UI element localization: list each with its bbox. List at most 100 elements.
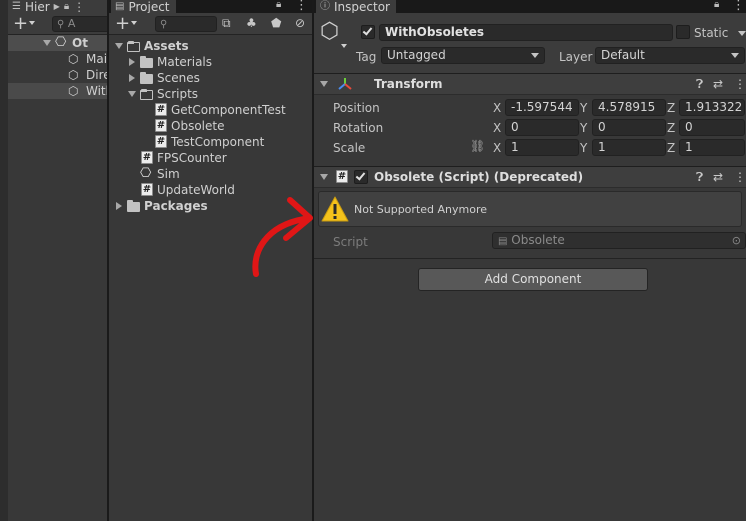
layer-dropdown[interactable]: Default [595, 47, 745, 64]
tree-item-scenes[interactable]: Scenes [109, 70, 312, 86]
tree-item-label: TestComponent [171, 135, 265, 149]
tree-item-scene-asset[interactable]: ⎔ Sim [109, 166, 312, 182]
hierarchy-item[interactable]: ⬡ Dire [0, 67, 107, 83]
search-by-type-icon[interactable]: ⧉ [222, 16, 231, 31]
tree-item-script[interactable]: # Obsolete [109, 118, 312, 134]
checkmark-icon [362, 25, 373, 36]
collapse-triangle-icon[interactable] [129, 74, 135, 82]
scale-z-field[interactable]: 1 [679, 139, 745, 156]
rotation-z-field[interactable]: 0 [679, 119, 745, 136]
expand-triangle-icon[interactable] [320, 81, 328, 87]
presets-icon[interactable]: ⇄ [713, 170, 723, 184]
component-enabled-checkbox[interactable] [354, 170, 368, 184]
tree-item-assets[interactable]: Assets [109, 38, 312, 54]
scale-x-field[interactable]: 1 [505, 139, 579, 156]
hierarchy-root-row[interactable]: ⎔ Ot [0, 35, 107, 51]
axis-y-label: Y [580, 101, 588, 115]
inspector-panel: ⓘ Inspector 🔒︎ ⋮ ⬡ WithObsoletes Static … [314, 0, 746, 521]
tag-dropdown[interactable]: Untagged [381, 47, 545, 64]
help-icon[interactable]: ❓︎ [696, 170, 703, 184]
chevron-down-icon[interactable] [29, 21, 35, 25]
kebab-menu-icon[interactable]: ⋮ [73, 1, 85, 13]
tree-item-materials[interactable]: Materials [109, 54, 312, 70]
project-search-input[interactable]: ⚲ [155, 16, 217, 32]
search-icon: ⚲ [57, 19, 65, 30]
transform-axis-icon [338, 78, 352, 90]
link-scale-icon[interactable]: ⛓ [470, 139, 485, 153]
lock-icon[interactable]: 🔒︎ [64, 1, 69, 13]
axis-x-label: X [493, 121, 502, 135]
tab-hierarchy[interactable]: ☰ Hier ▶ 🔒︎ ⋮ [8, 0, 107, 13]
lock-icon[interactable]: 🔒︎ [714, 0, 719, 10]
tree-item-scripts[interactable]: Scripts [109, 86, 312, 102]
expand-triangle-icon[interactable] [115, 43, 123, 49]
expand-triangle-icon[interactable] [128, 91, 136, 97]
tree-item-script[interactable]: # FPSCounter [109, 150, 312, 166]
hierarchy-item[interactable]: ⬡ Mai [0, 51, 107, 67]
rotation-x-field[interactable]: 0 [505, 119, 579, 136]
axis-y-label: Y [580, 141, 588, 155]
tree-item-script[interactable]: # TestComponent [109, 134, 312, 150]
kebab-menu-icon[interactable]: ⋮ [734, 170, 746, 184]
axis-z-label: Z [667, 141, 676, 155]
active-checkbox[interactable] [361, 25, 375, 39]
filter-by-type-icon[interactable]: ♣ [246, 16, 257, 30]
folder-icon: ▤ [115, 0, 125, 12]
hierarchy-item-label: Mai [86, 52, 107, 66]
hierarchy-search-input[interactable]: ⚲ A [52, 16, 107, 32]
tab-inspector[interactable]: ⓘ Inspector [316, 0, 396, 13]
presets-icon[interactable]: ⇄ [713, 77, 723, 91]
filter-by-label-icon[interactable]: ⬟ [271, 16, 281, 30]
position-z-field[interactable]: 1.913322 [679, 99, 745, 116]
tree-item-label: Scripts [157, 87, 199, 101]
chevron-down-icon[interactable] [738, 31, 746, 36]
unity-scene-icon: ⎔ [55, 35, 67, 50]
list-icon: ☰ [12, 0, 21, 12]
tab-project[interactable]: ▤ Project [111, 0, 176, 13]
search-icon: ⚲ [160, 19, 168, 30]
script-asset-icon: ▤ [498, 236, 508, 247]
position-x-field[interactable]: -1.597544 [505, 99, 579, 116]
folder-open-icon [127, 41, 140, 52]
help-icon[interactable]: ❓︎ [696, 77, 703, 91]
script-label: Script [333, 235, 368, 249]
red-annotation-arrow [252, 197, 313, 277]
chevron-down-icon[interactable] [131, 21, 137, 25]
chevron-down-icon [341, 44, 347, 48]
window-edge [0, 0, 8, 521]
folder-open-icon [140, 89, 153, 100]
transform-header[interactable]: Transform ❓︎ ⇄ ⋮ [314, 73, 746, 95]
expand-triangle-icon[interactable] [43, 40, 51, 46]
hidden-packages-icon[interactable]: ⊘ [295, 16, 305, 30]
csharp-script-icon: # [155, 119, 167, 132]
lock-icon[interactable]: 🔒︎ [276, 0, 281, 10]
gameobject-cube-icon: ⬡ [68, 68, 79, 82]
kebab-menu-icon[interactable]: ⋮ [295, 0, 308, 13]
hierarchy-item-selected[interactable]: ⬡ With [0, 83, 107, 99]
csharp-script-icon: # [336, 170, 348, 183]
csharp-script-icon: # [141, 151, 153, 164]
object-name-field[interactable]: WithObsoletes [379, 24, 673, 41]
collapse-triangle-icon[interactable] [116, 202, 122, 210]
rotation-label: Rotation [333, 121, 384, 135]
static-checkbox[interactable] [676, 25, 690, 39]
axis-y-label: Y [580, 121, 588, 135]
hierarchy-root-label: Ot [72, 36, 88, 50]
add-icon[interactable]: + [115, 15, 130, 33]
scale-y-field[interactable]: 1 [592, 139, 666, 156]
tree-item-script[interactable]: # GetComponentTest [109, 102, 312, 118]
collapse-triangle-icon[interactable] [129, 58, 135, 66]
script-value: Obsolete [511, 233, 565, 247]
hierarchy-item-label: Dire [86, 68, 107, 82]
position-y-field[interactable]: 4.578915 [592, 99, 666, 116]
folder-icon [140, 56, 153, 68]
scale-label: Scale [333, 141, 366, 155]
rotation-y-field[interactable]: 0 [592, 119, 666, 136]
obsolete-component-header[interactable]: # Obsolete (Script) (Deprecated) ❓︎ ⇄ ⋮ [314, 166, 746, 188]
expand-triangle-icon[interactable] [320, 174, 328, 180]
add-component-button[interactable]: Add Component [418, 268, 648, 291]
obsolete-component-title: Obsolete (Script) (Deprecated) [374, 170, 584, 184]
kebab-menu-icon[interactable]: ⋮ [732, 0, 745, 13]
kebab-menu-icon[interactable]: ⋮ [734, 77, 746, 91]
add-icon[interactable]: + [13, 15, 28, 33]
